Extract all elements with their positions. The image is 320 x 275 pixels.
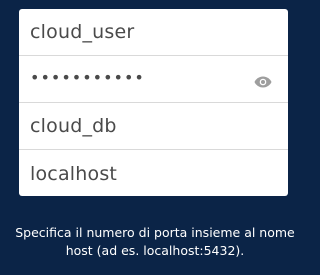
password-value[interactable]: ••••••••••• (30, 70, 145, 86)
username-value[interactable]: cloud_user (30, 21, 134, 43)
host-field[interactable]: localhost (19, 150, 288, 197)
connection-form: cloud_user ••••••••••• cloud_db localhos… (19, 9, 288, 196)
port-hint-text: Specifica il numero di porta insieme al … (15, 225, 295, 258)
username-field[interactable]: cloud_user (19, 9, 288, 56)
database-field[interactable]: cloud_db (19, 103, 288, 150)
host-value[interactable]: localhost (30, 163, 117, 185)
eye-icon[interactable] (254, 73, 272, 88)
database-value[interactable]: cloud_db (30, 115, 117, 137)
password-field[interactable]: ••••••••••• (19, 56, 288, 103)
